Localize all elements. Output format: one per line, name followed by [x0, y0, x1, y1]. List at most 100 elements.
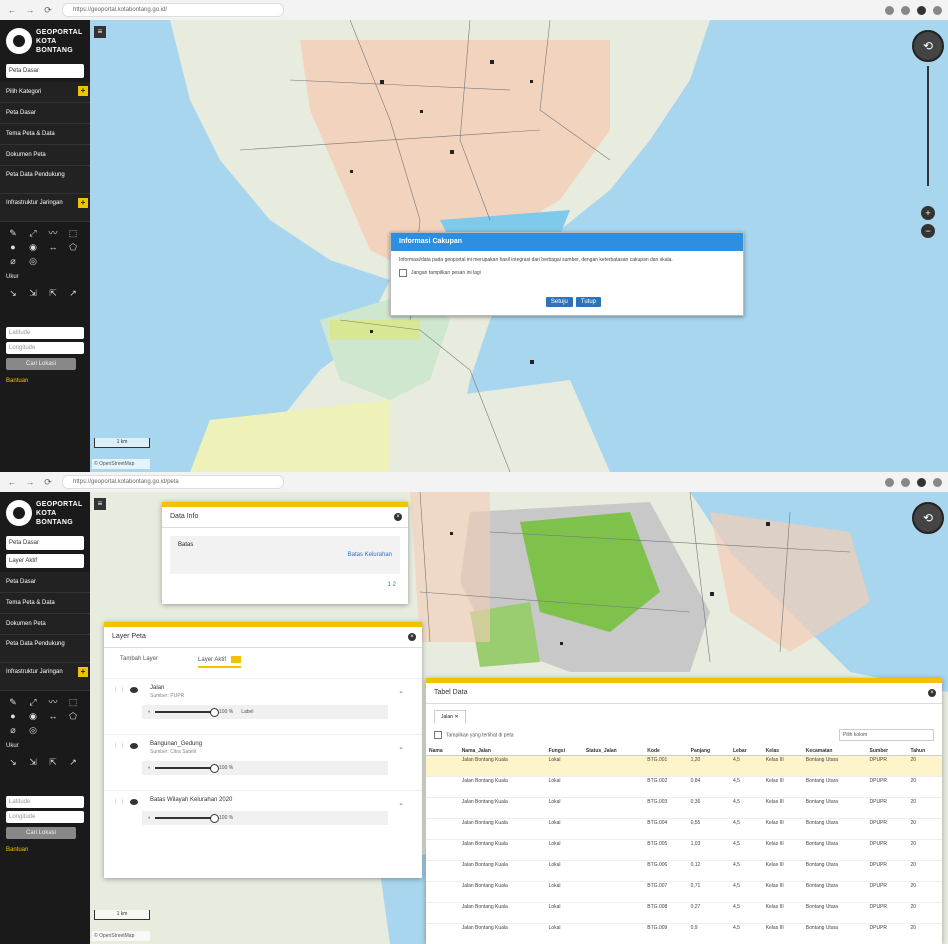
arrow-icon[interactable]: ↘: [6, 288, 20, 298]
basemap-select[interactable]: Peta Dasar: [6, 536, 84, 550]
arrow-icon[interactable]: ⇲: [26, 757, 40, 767]
sidebar-item-docs[interactable]: Dokumen Peta: [0, 145, 90, 166]
arrow-icon[interactable]: ↗: [66, 288, 80, 298]
chevron-down-icon[interactable]: ⌄: [398, 743, 404, 751]
plus-icon[interactable]: +: [78, 667, 88, 677]
column-header[interactable]: Nama_Jalan: [458, 747, 546, 756]
visible-only-checkbox[interactable]: [434, 731, 442, 739]
zoom-slider[interactable]: [927, 66, 929, 186]
extension-icon[interactable]: [901, 5, 910, 15]
opacity-slider[interactable]: [155, 764, 220, 774]
layer-select[interactable]: Layer Aktif: [6, 554, 84, 568]
measure-icon[interactable]: ↔: [46, 242, 60, 252]
sidebar-item-theme[interactable]: Tema Peta & Data: [0, 124, 90, 145]
url-bar[interactable]: https://geoportal.kotabontang.go.id/peta: [62, 475, 284, 489]
table-row[interactable]: Jalan Bontang Kuala Lokal BTG.002 0,84 4,5 Ke…: [426, 776, 942, 798]
column-header[interactable]: Status_Jalan: [582, 747, 645, 756]
latitude-input[interactable]: Latitude: [6, 796, 84, 808]
rectangle-icon[interactable]: ⬚: [66, 697, 80, 707]
sidebar-item-basemap[interactable]: Peta Dasar: [0, 572, 90, 593]
sidebar-item-theme[interactable]: Tema Peta & Data: [0, 593, 90, 614]
marker-icon[interactable]: ◉: [26, 242, 40, 252]
back-icon[interactable]: ←: [6, 4, 18, 16]
help-link[interactable]: Bantuan: [0, 374, 90, 388]
plus-icon[interactable]: +: [78, 86, 88, 96]
url-bar[interactable]: https://geoportal.kotabontang.go.id/: [62, 3, 284, 17]
table-row[interactable]: Jalan Bontang Kuala Lokal BTG.007 0,71 4,5 Ke…: [426, 881, 942, 903]
rectangle-icon[interactable]: ⬚: [66, 228, 80, 238]
label-toggle[interactable]: Label: [241, 709, 253, 715]
eye-icon[interactable]: [130, 743, 138, 750]
line-icon[interactable]: 〰: [46, 228, 60, 238]
forward-icon[interactable]: →: [24, 4, 36, 16]
chevron-down-icon[interactable]: ⌄: [398, 799, 404, 807]
eye-icon[interactable]: [130, 799, 138, 806]
table-row[interactable]: Jalan Bontang Kuala Lokal BTG.009 0,9 4,5 Kel…: [426, 923, 942, 944]
table-row[interactable]: Jalan Bontang Kuala Lokal BTG.008 0,27 4,5 Ke…: [426, 902, 942, 924]
opacity-slider[interactable]: [155, 814, 220, 824]
table-row[interactable]: Jalan Bontang Kuala Lokal BTG.004 0,55 4,5 Ke…: [426, 818, 942, 840]
arrow-icon[interactable]: ↘: [6, 757, 20, 767]
drag-handle-icon[interactable]: ⋮⋮: [112, 741, 126, 749]
menu-dots-icon[interactable]: [933, 477, 942, 487]
sidebar-item-support[interactable]: Peta Data Pendukung: [0, 635, 90, 663]
layer-item[interactable]: ⋮⋮ Bangunan_Gedung Sumber: Citra Satelit ⌄…: [104, 734, 422, 790]
clear-icon[interactable]: ⌀: [6, 725, 20, 735]
sidebar-item-infra[interactable]: Infrastruktur Jaringan +: [0, 663, 90, 691]
latitude-input[interactable]: Latitude: [6, 327, 84, 339]
column-header[interactable]: Panjang: [687, 747, 730, 756]
star-icon[interactable]: [885, 477, 894, 487]
sidebar-item-basemap[interactable]: Peta Dasar: [0, 103, 90, 124]
sidebar-item-support[interactable]: Peta Data Pendukung: [0, 166, 90, 194]
arrow-icon[interactable]: ⇱: [46, 757, 60, 767]
table-row[interactable]: Jalan Bontang Kuala Lokal BTG.006 0,12 4,5 Ke…: [426, 860, 942, 882]
longitude-input[interactable]: Longitude: [6, 342, 84, 354]
tab-jalan[interactable]: Jalan ✕: [434, 710, 466, 723]
arrow-icon[interactable]: ⇲: [26, 288, 40, 298]
pencil-icon[interactable]: ✎: [6, 697, 20, 707]
back-icon[interactable]: ←: [6, 476, 18, 488]
compass-icon[interactable]: ⟲: [912, 30, 944, 62]
table-row[interactable]: Jalan Bontang Kuala Lokal BTG.005 1,03 4,5 Ke…: [426, 839, 942, 861]
map-menu-button[interactable]: ≡: [94, 498, 106, 510]
find-location-button[interactable]: Cari Lokasi: [6, 827, 76, 839]
marker-icon[interactable]: ◉: [26, 711, 40, 721]
basemap-select[interactable]: Peta Dasar: [6, 64, 84, 78]
column-header[interactable]: Lebar: [730, 747, 763, 756]
layer-item[interactable]: ⋮⋮ Jalan Sumber: PUPR ⌄ ◐ 100 % Label: [104, 678, 422, 734]
forward-icon[interactable]: →: [24, 476, 36, 488]
help-link[interactable]: Bantuan: [0, 843, 90, 857]
longitude-input[interactable]: Longitude: [6, 811, 84, 823]
circle-icon[interactable]: ◎: [26, 256, 40, 266]
column-select[interactable]: Pilih kolom: [839, 729, 934, 741]
column-header[interactable]: Sumber: [866, 747, 908, 756]
ok-button[interactable]: Setuju: [545, 297, 573, 307]
column-header[interactable]: Tahun: [907, 747, 942, 756]
close-icon[interactable]: ×: [928, 689, 936, 697]
circle-icon[interactable]: ◎: [26, 725, 40, 735]
column-header[interactable]: Kode: [644, 747, 688, 756]
close-icon[interactable]: ×: [394, 513, 402, 521]
eye-icon[interactable]: [130, 687, 138, 694]
column-header[interactable]: Fungsi: [545, 747, 583, 756]
clear-icon[interactable]: ⌀: [6, 256, 20, 266]
column-header[interactable]: Kecamatan: [802, 747, 867, 756]
opacity-slider[interactable]: [155, 708, 220, 718]
info-row-value[interactable]: Batas Kelurahan: [348, 552, 392, 558]
point-icon[interactable]: ●: [6, 242, 20, 252]
tab-active-layer[interactable]: Layer Aktif: [198, 656, 242, 669]
info-pager[interactable]: 1 2: [162, 582, 408, 588]
drag-handle-icon[interactable]: ⋮⋮: [112, 685, 126, 693]
drag-handle-icon[interactable]: ⋮⋮: [112, 797, 126, 805]
find-location-button[interactable]: Cari Lokasi: [6, 358, 76, 370]
extension-icon[interactable]: [901, 477, 910, 487]
expand-icon[interactable]: ⤢: [26, 228, 40, 238]
map-menu-button[interactable]: ≡: [94, 26, 106, 38]
arrow-icon[interactable]: ↗: [66, 757, 80, 767]
measure-icon[interactable]: ↔: [46, 711, 60, 721]
profile-icon[interactable]: [917, 5, 926, 15]
column-header[interactable]: Kelas: [762, 747, 803, 756]
zoom-out-button[interactable]: −: [921, 224, 935, 238]
arrow-icon[interactable]: ⇱: [46, 288, 60, 298]
sidebar-item-infra[interactable]: Infrastruktur Jaringan +: [0, 194, 90, 222]
